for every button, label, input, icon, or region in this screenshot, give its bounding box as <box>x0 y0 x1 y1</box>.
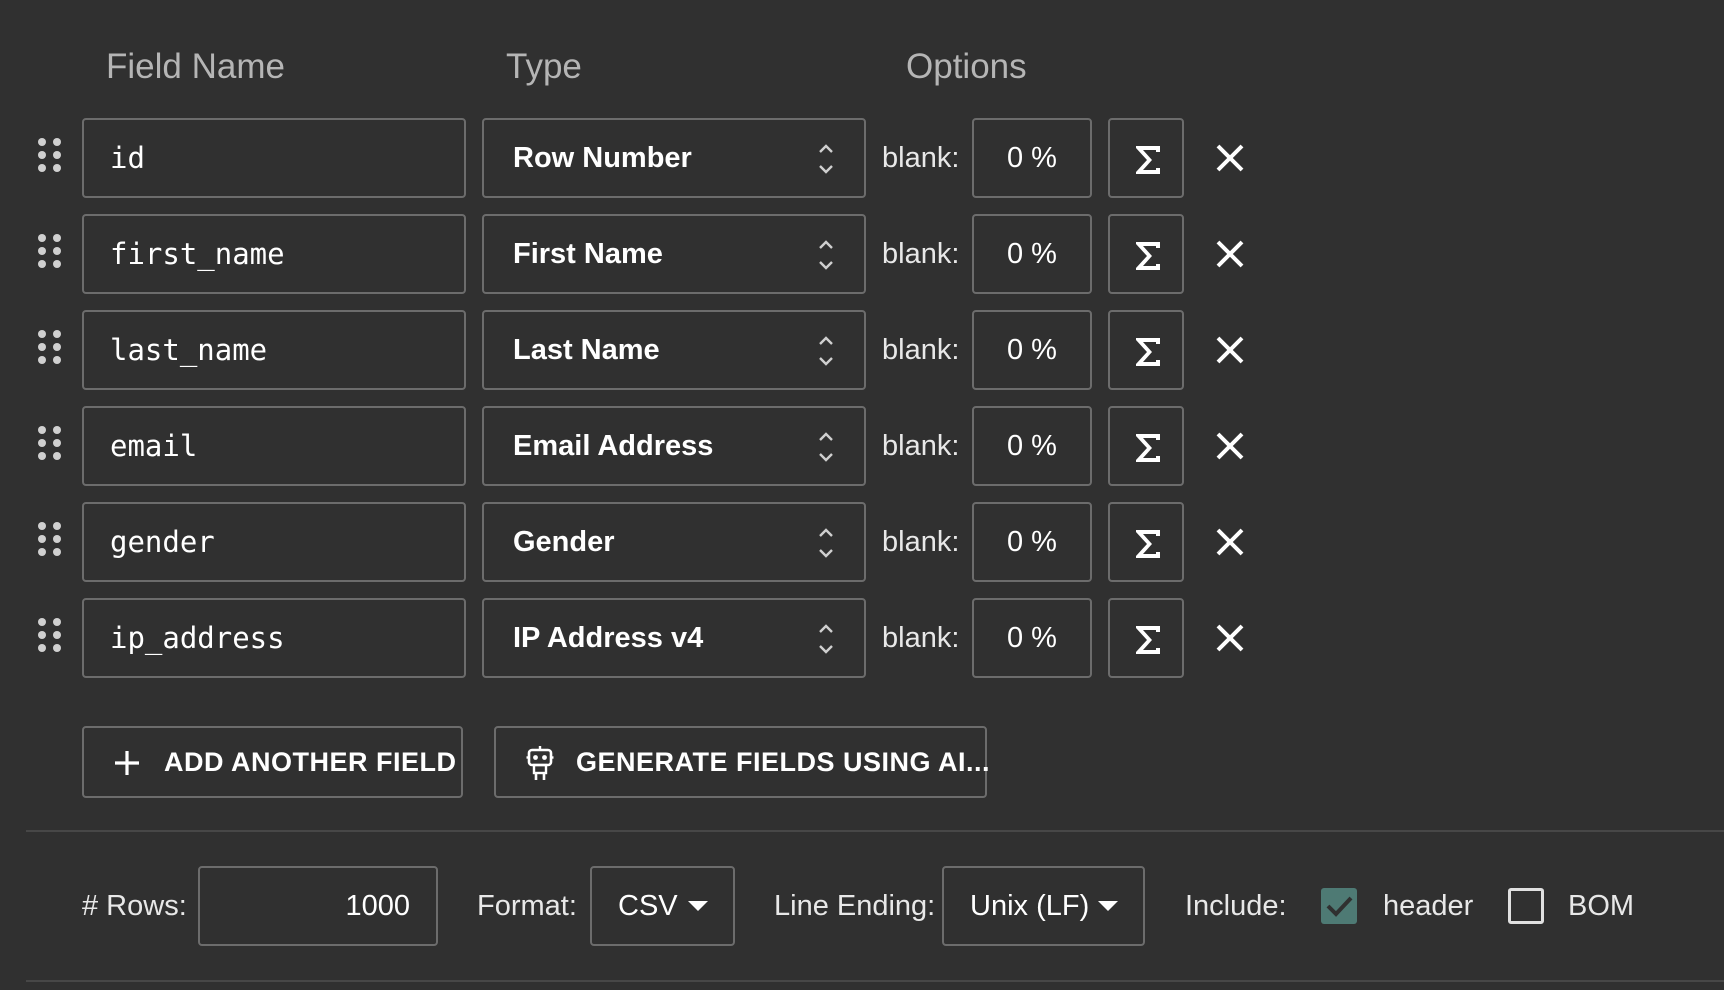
formula-button[interactable] <box>1108 214 1184 294</box>
rows-label: # Rows: <box>82 890 187 922</box>
field-type-value: First Name <box>513 238 663 270</box>
unfold-icon <box>819 528 833 558</box>
bom-checkbox-label: BOM <box>1568 890 1635 922</box>
blank-percent-input[interactable]: 0 % <box>972 502 1092 582</box>
field-name-input[interactable] <box>82 598 466 678</box>
close-icon[interactable] <box>1210 234 1250 274</box>
close-icon[interactable] <box>1210 426 1250 466</box>
unfold-icon <box>819 624 833 654</box>
rows-input[interactable] <box>198 866 438 946</box>
field-name-input[interactable] <box>82 406 466 486</box>
unfold-icon <box>819 240 833 270</box>
sigma-icon <box>1136 434 1160 462</box>
check-icon <box>1326 896 1353 917</box>
drag-handle-icon[interactable] <box>38 522 62 558</box>
add-another-field-label: ADD ANOTHER FIELD <box>164 747 457 777</box>
blank-label: blank: <box>882 622 960 654</box>
drag-handle-icon[interactable] <box>38 426 62 462</box>
unfold-icon <box>819 432 833 462</box>
column-header-options: Options <box>906 47 1027 86</box>
divider <box>26 980 1724 982</box>
drag-handle-icon[interactable] <box>38 138 62 174</box>
formula-button[interactable] <box>1108 118 1184 198</box>
drag-handle-icon[interactable] <box>38 234 62 270</box>
column-headers: Field Name Type Options <box>0 44 1724 90</box>
field-name-input[interactable] <box>82 502 466 582</box>
sigma-icon <box>1136 338 1160 366</box>
formula-button[interactable] <box>1108 502 1184 582</box>
sigma-icon <box>1136 626 1160 654</box>
close-icon[interactable] <box>1210 138 1250 178</box>
field-name-input[interactable] <box>82 310 466 390</box>
robot-icon <box>526 746 554 780</box>
drag-handle-icon[interactable] <box>38 618 62 654</box>
bom-checkbox[interactable] <box>1508 888 1544 924</box>
close-icon[interactable] <box>1210 330 1250 370</box>
add-another-field-button[interactable]: ADD ANOTHER FIELD <box>82 726 463 798</box>
blank-label: blank: <box>882 526 960 558</box>
caret-down-icon <box>688 901 708 911</box>
blank-label: blank: <box>882 142 960 174</box>
field-type-value: Last Name <box>513 334 660 366</box>
header-checkbox[interactable] <box>1321 888 1357 924</box>
format-select[interactable]: CSV <box>590 866 735 946</box>
header-checkbox-label: header <box>1383 890 1474 922</box>
column-header-type: Type <box>506 47 582 86</box>
field-name-input[interactable] <box>82 118 466 198</box>
line-ending-value: Unix (LF) <box>970 890 1090 922</box>
blank-label: blank: <box>882 238 960 270</box>
export-options: # Rows: Format: CSV Line Ending: Unix (L… <box>0 866 1724 946</box>
include-label: Include: <box>1185 890 1287 922</box>
caret-down-icon <box>1098 901 1118 911</box>
drag-handle-icon[interactable] <box>38 330 62 366</box>
field-row: Gender blank: 0 % <box>0 502 1724 582</box>
blank-percent-input[interactable]: 0 % <box>972 214 1092 294</box>
field-row: Row Number blank: 0 % <box>0 118 1724 198</box>
field-type-select[interactable]: IP Address v4 <box>482 598 866 678</box>
plus-icon <box>115 751 139 775</box>
field-row: Last Name blank: 0 % <box>0 310 1724 390</box>
field-row: First Name blank: 0 % <box>0 214 1724 294</box>
blank-percent-input[interactable]: 0 % <box>972 310 1092 390</box>
field-type-select[interactable]: Row Number <box>482 118 866 198</box>
field-type-value: Gender <box>513 526 615 558</box>
generate-fields-ai-label: GENERATE FIELDS USING AI... <box>576 747 991 777</box>
unfold-icon <box>819 144 833 174</box>
field-row: Email Address blank: 0 % <box>0 406 1724 486</box>
formula-button[interactable] <box>1108 598 1184 678</box>
field-actions: ADD ANOTHER FIELD GENERATE FIELDS USING … <box>0 726 1724 798</box>
column-header-field-name: Field Name <box>106 47 285 86</box>
field-row: IP Address v4 blank: 0 % <box>0 598 1724 678</box>
blank-label: blank: <box>882 334 960 366</box>
format-label: Format: <box>477 890 577 922</box>
format-value: CSV <box>618 890 678 922</box>
sigma-icon <box>1136 146 1160 174</box>
field-list: Row Number blank: 0 % First Name blank: … <box>0 118 1724 694</box>
schema-editor: Field Name Type Options Row Number blank… <box>0 0 1724 990</box>
close-icon[interactable] <box>1210 522 1250 562</box>
formula-button[interactable] <box>1108 310 1184 390</box>
divider <box>26 830 1724 832</box>
field-type-value: Row Number <box>513 142 692 174</box>
field-type-select[interactable]: Email Address <box>482 406 866 486</box>
close-icon[interactable] <box>1210 618 1250 658</box>
field-type-select[interactable]: Gender <box>482 502 866 582</box>
sigma-icon <box>1136 242 1160 270</box>
line-ending-label: Line Ending: <box>774 890 936 922</box>
field-type-value: Email Address <box>513 430 714 462</box>
blank-percent-input[interactable]: 0 % <box>972 598 1092 678</box>
field-type-select[interactable]: Last Name <box>482 310 866 390</box>
unfold-icon <box>819 336 833 366</box>
sigma-icon <box>1136 530 1160 558</box>
generate-fields-ai-button[interactable]: GENERATE FIELDS USING AI... <box>494 726 991 798</box>
field-name-input[interactable] <box>82 214 466 294</box>
blank-percent-input[interactable]: 0 % <box>972 118 1092 198</box>
blank-percent-input[interactable]: 0 % <box>972 406 1092 486</box>
formula-button[interactable] <box>1108 406 1184 486</box>
line-ending-select[interactable]: Unix (LF) <box>942 866 1145 946</box>
blank-label: blank: <box>882 430 960 462</box>
field-type-value: IP Address v4 <box>513 622 704 654</box>
field-type-select[interactable]: First Name <box>482 214 866 294</box>
